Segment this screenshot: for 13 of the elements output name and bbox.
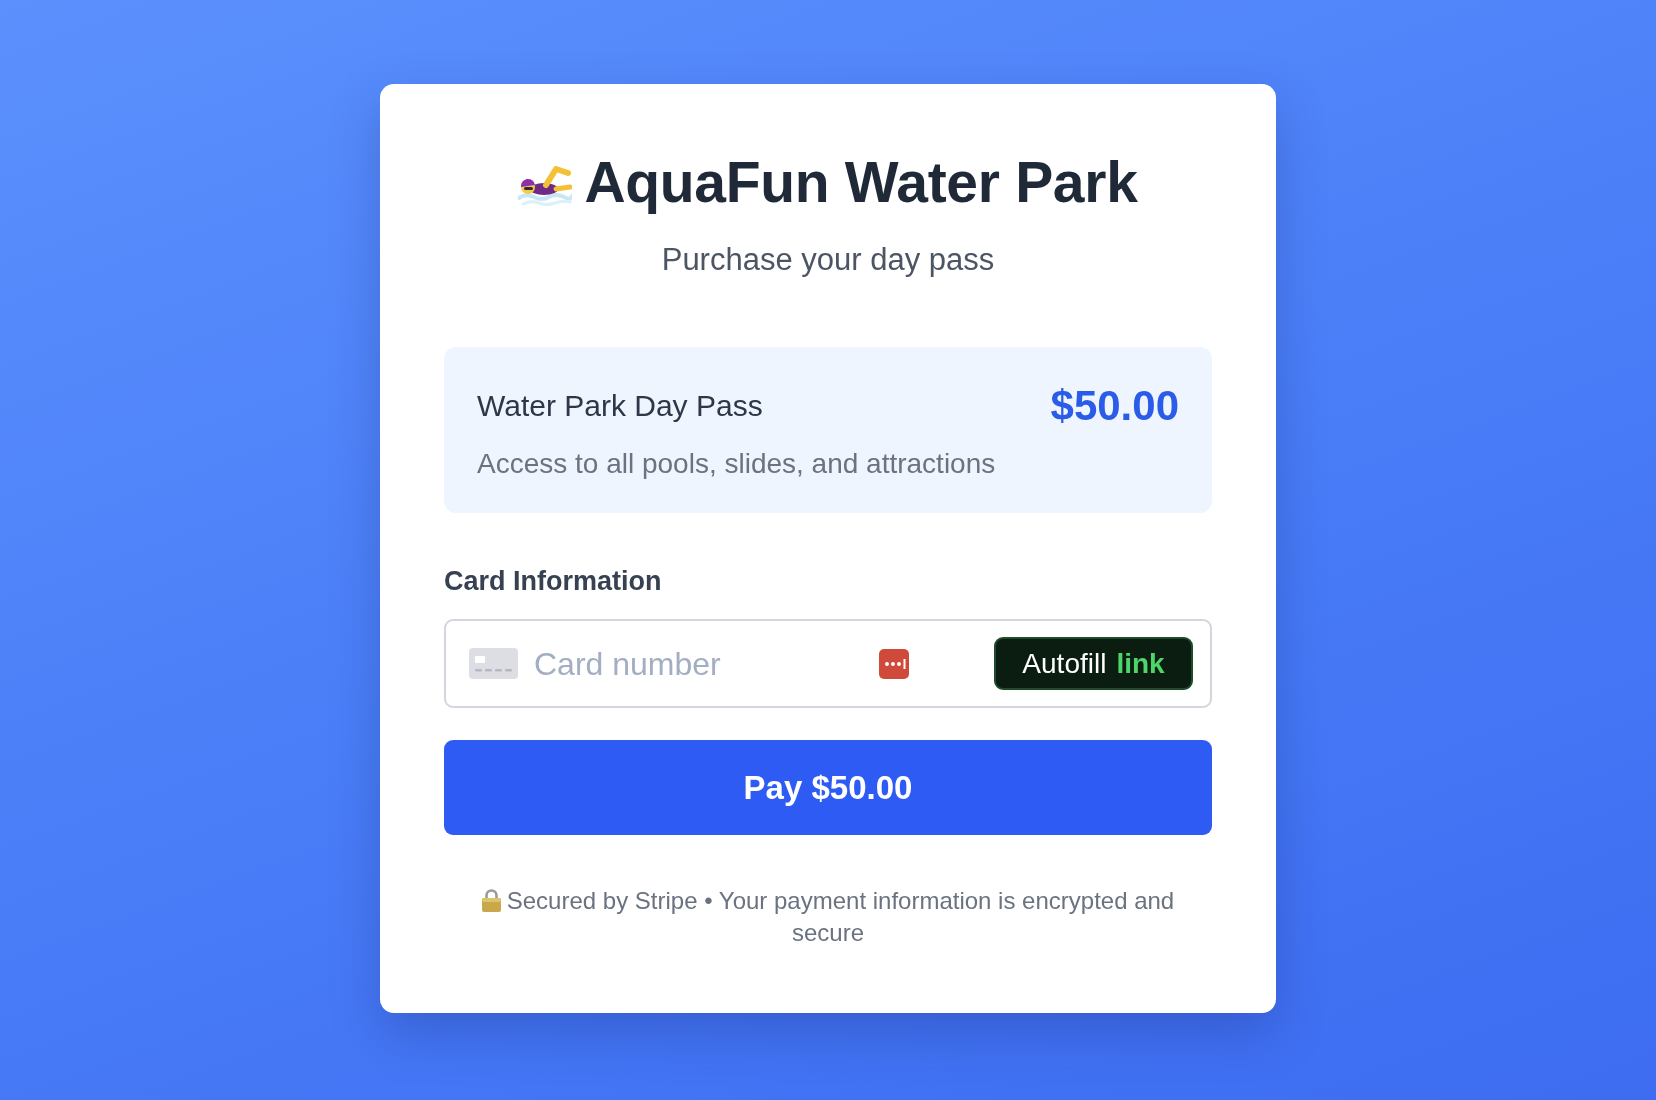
security-note: Secured by Stripe • Your payment information is encrypted and secure xyxy=(506,887,1175,947)
product-name: Water Park Day Pass xyxy=(477,388,763,425)
password-dots-icon[interactable] xyxy=(879,648,909,679)
page-subtitle: Purchase your day pass xyxy=(660,241,996,280)
credit-card-icon xyxy=(469,648,518,680)
lock-icon xyxy=(481,889,501,913)
product-description: Access to all pools, slides, and attractions xyxy=(477,447,997,482)
product-price: $50.00 xyxy=(1050,380,1179,431)
page-title: AquaFun Water Park xyxy=(584,149,1138,216)
autofill-link-button[interactable]: Autofill link xyxy=(994,637,1193,691)
card-information-label: Card Information xyxy=(444,565,663,599)
card-number-field[interactable]: Card number Autofill link xyxy=(444,619,1212,709)
pay-button[interactable]: Pay $50.00 xyxy=(444,740,1212,836)
